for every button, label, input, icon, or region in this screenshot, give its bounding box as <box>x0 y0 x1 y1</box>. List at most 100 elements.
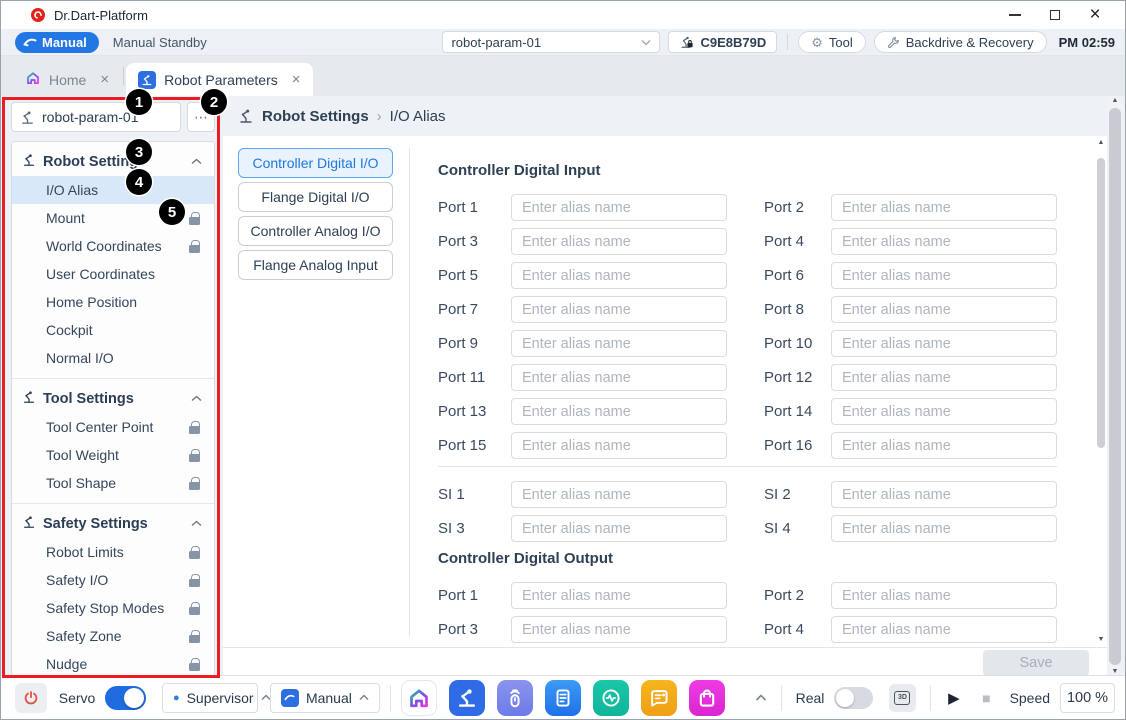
sidebar-item-cockpit[interactable]: Cockpit <box>12 316 214 344</box>
sidebar-item-nudge[interactable]: Nudge <box>12 650 214 677</box>
alias-input-port-6[interactable] <box>831 262 1057 289</box>
sidebar-item-world-coordinates[interactable]: World Coordinates <box>12 232 214 260</box>
parameter-select[interactable]: robot-param-01 <box>442 31 660 53</box>
tab-home[interactable]: Home× <box>13 63 121 96</box>
robot-serial-chip[interactable]: C9E8B79D <box>668 31 777 53</box>
alias-input-port-2[interactable] <box>831 582 1057 609</box>
alias-input-port-9[interactable] <box>511 330 727 357</box>
page-scrollbar[interactable]: ▲ ▼ <box>1107 96 1123 677</box>
sidebar-item-user-coordinates[interactable]: User Coordinates <box>12 260 214 288</box>
servo-toggle[interactable] <box>105 686 146 710</box>
view-3d-button[interactable]: 3D <box>889 684 915 712</box>
sidebar-item-tool-shape[interactable]: Tool Shape <box>12 469 214 497</box>
lock-icon <box>188 449 200 462</box>
alias-input-port-13[interactable] <box>511 398 727 425</box>
port-label: Port 8 <box>764 301 831 318</box>
servo-power-button[interactable] <box>15 683 47 713</box>
alias-input-port-3[interactable] <box>511 616 727 643</box>
alias-input-port-12[interactable] <box>831 364 1057 391</box>
close-icon[interactable]: × <box>100 71 109 88</box>
sidebar-item-tool-center-point[interactable]: Tool Center Point <box>12 413 214 441</box>
io-tab-controller-analog-i-o[interactable]: Controller Analog I/O <box>238 216 393 246</box>
scroll-down-icon[interactable]: ▼ <box>1098 635 1105 645</box>
alias-input-port-11[interactable] <box>511 364 727 391</box>
tree-item-label: Tool Shape <box>46 475 116 491</box>
alias-input-port-7[interactable] <box>511 296 727 323</box>
alias-input-port-16[interactable] <box>831 432 1057 459</box>
play-button[interactable]: ▶ <box>941 683 967 713</box>
tree-group: Robot SettingsI/O Alias Mount World Coordi… <box>12 142 214 378</box>
port-label: Port 2 <box>764 199 831 216</box>
alias-input-port-1[interactable] <box>511 582 727 609</box>
store-app-icon[interactable] <box>689 680 725 716</box>
tree-group-header[interactable]: Tool Settings <box>12 384 214 413</box>
alias-row: Port 9Port 10 <box>438 330 1087 357</box>
robot-app-icon[interactable] <box>449 680 485 716</box>
alias-input-port-10[interactable] <box>831 330 1057 357</box>
tab-strip: Home×Robot Parameters× <box>1 56 1125 96</box>
tree-item-label: Mount <box>46 210 85 226</box>
tool-button[interactable]: ⚙ Tool <box>798 31 866 53</box>
alias-input-port-5[interactable] <box>511 262 727 289</box>
alias-input-si-3[interactable] <box>511 515 727 542</box>
remote-app-icon[interactable] <box>497 680 533 716</box>
chat-app-icon[interactable] <box>641 680 677 716</box>
home-app-icon[interactable] <box>401 680 437 716</box>
sidebar-item-safety-stop-modes[interactable]: Safety Stop Modes <box>12 594 214 622</box>
tab-divider <box>123 67 124 85</box>
alias-input-port-8[interactable] <box>831 296 1057 323</box>
tree-group-header[interactable]: Safety Settings <box>12 509 214 538</box>
alias-input-si-1[interactable] <box>511 481 727 508</box>
alias-row: Port 13Port 14 <box>438 398 1087 425</box>
alias-input-port-2[interactable] <box>831 194 1057 221</box>
close-icon[interactable]: × <box>292 71 301 88</box>
scrollbar-thumb[interactable] <box>1109 108 1121 665</box>
mode-button[interactable]: Manual <box>15 32 99 53</box>
port-label: Port 11 <box>438 369 511 386</box>
sidebar-item-home-position[interactable]: Home Position <box>12 288 214 316</box>
sidebar-item-robot-limits[interactable]: Robot Limits <box>12 538 214 566</box>
sidebar-item-normal-i-o[interactable]: Normal I/O <box>12 344 214 372</box>
collapse-dock-icon[interactable] <box>755 694 767 702</box>
alias-input-port-3[interactable] <box>511 228 727 255</box>
port-label: Port 1 <box>438 199 511 216</box>
io-tab-controller-digital-i-o[interactable]: Controller Digital I/O <box>238 148 393 178</box>
document-app-icon[interactable] <box>545 680 581 716</box>
close-button[interactable]: × <box>1075 2 1115 28</box>
minimize-button[interactable] <box>995 2 1035 28</box>
tree-item-label: Normal I/O <box>46 350 114 366</box>
scroll-up-icon[interactable]: ▲ <box>1112 96 1119 106</box>
sidebar-item-safety-i-o[interactable]: Safety I/O <box>12 566 214 594</box>
sidebar-item-safety-zone[interactable]: Safety Zone <box>12 622 214 650</box>
alias-input-port-1[interactable] <box>511 194 727 221</box>
mode-select[interactable]: Manual <box>270 683 380 713</box>
stop-button[interactable]: ■ <box>973 683 999 713</box>
save-button[interactable]: Save <box>983 650 1089 676</box>
speed-value[interactable]: 100 % <box>1060 683 1115 713</box>
backdrive-recovery-button[interactable]: Backdrive & Recovery <box>874 31 1047 53</box>
alias-input-port-4[interactable] <box>831 228 1057 255</box>
port-label: Port 15 <box>438 437 511 454</box>
parameter-name-input[interactable]: robot-param-01 <box>11 102 181 132</box>
tree-group-header[interactable]: Robot Settings <box>12 147 214 176</box>
alias-input-port-4[interactable] <box>831 616 1057 643</box>
sidebar-item-tool-weight[interactable]: Tool Weight <box>12 441 214 469</box>
user-role-select[interactable]: ● Supervisor <box>162 683 258 713</box>
app-dock <box>401 680 725 716</box>
port-label: Port 3 <box>438 233 511 250</box>
form-scrollbar[interactable]: ▲ ▼ <box>1095 138 1107 645</box>
alias-input-port-14[interactable] <box>831 398 1057 425</box>
sidebar-item-i-o-alias[interactable]: I/O Alias <box>12 176 214 204</box>
monitor-app-icon[interactable] <box>593 680 629 716</box>
real-sim-toggle[interactable] <box>834 687 873 709</box>
stop-icon: ■ <box>982 690 990 706</box>
alias-input-si-2[interactable] <box>831 481 1057 508</box>
scroll-up-icon[interactable]: ▲ <box>1098 138 1105 148</box>
alias-input-si-4[interactable] <box>831 515 1057 542</box>
alias-input-port-15[interactable] <box>511 432 727 459</box>
io-tab-flange-digital-i-o[interactable]: Flange Digital I/O <box>238 182 393 212</box>
doosan-logo-icon <box>31 8 45 22</box>
scrollbar-thumb[interactable] <box>1097 158 1105 448</box>
maximize-button[interactable] <box>1035 2 1075 28</box>
io-tab-flange-analog-input[interactable]: Flange Analog Input <box>238 250 393 280</box>
